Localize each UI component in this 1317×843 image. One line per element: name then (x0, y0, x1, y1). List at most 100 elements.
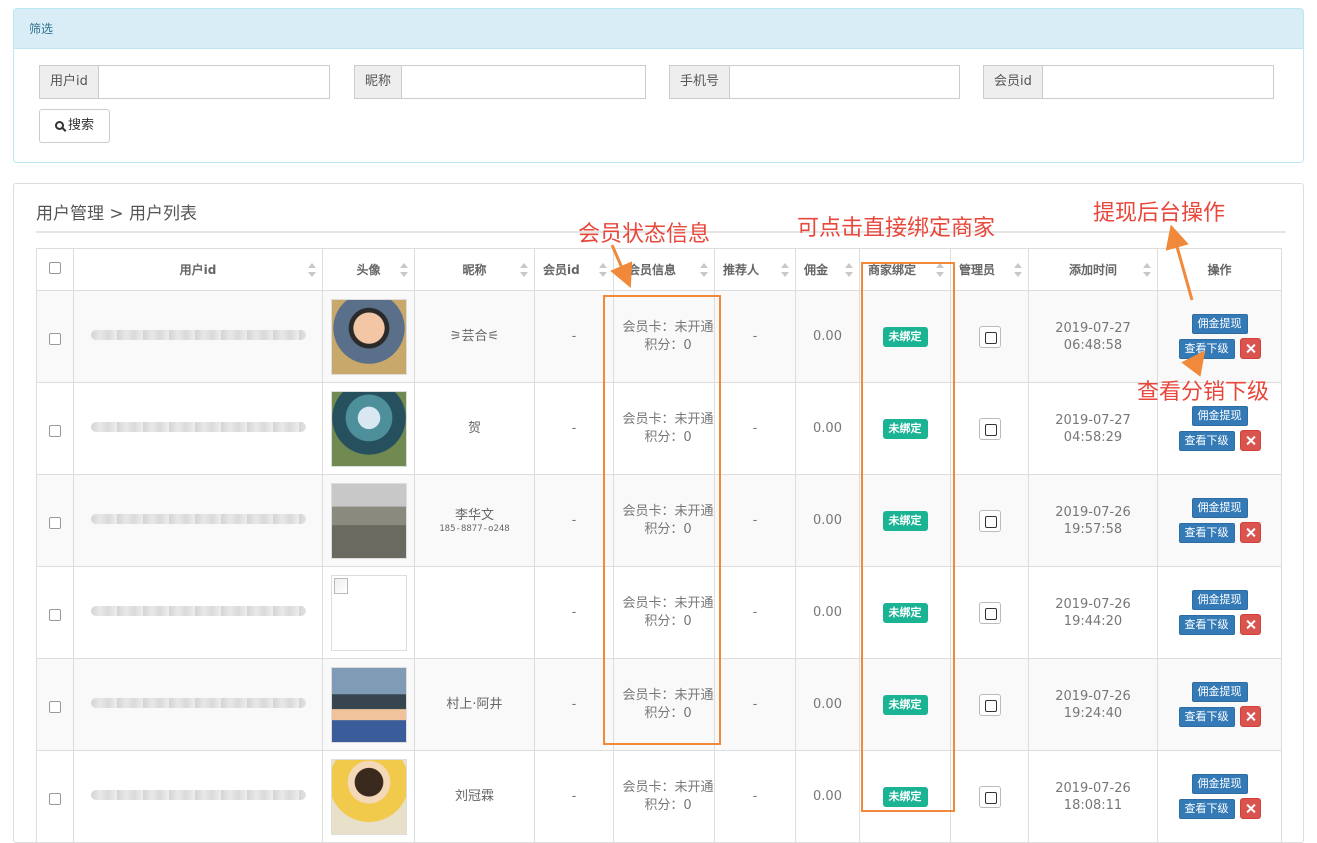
view-sub-button[interactable]: 查看下级 (1178, 799, 1235, 819)
memberid-input[interactable] (1041, 65, 1274, 99)
member-card-text: 会员卡：未开通 (622, 779, 714, 795)
delete-icon[interactable] (1239, 338, 1261, 359)
sort-icon (781, 263, 789, 277)
memberid-cell: - (534, 566, 614, 659)
avatar (330, 390, 407, 467)
commission-cell: 0.00 (795, 750, 860, 843)
row-select-cell (36, 750, 74, 843)
sort-icon (400, 263, 408, 277)
phone-input[interactable] (729, 65, 961, 99)
select-all-checkbox[interactable] (49, 262, 61, 274)
admin-cell (950, 658, 1029, 751)
row-checkbox[interactable] (49, 517, 61, 529)
nickname-text: 贺 (467, 420, 481, 436)
header-admin[interactable]: 管理员 (950, 248, 1029, 291)
added-date: 2019-07-26 (1055, 780, 1131, 796)
header-userid[interactable]: 用户id (73, 248, 323, 291)
commission-cell: 0.00 (795, 658, 860, 751)
header-label: 用户id (179, 263, 217, 277)
phone-label: 手机号 (669, 65, 730, 99)
view-sub-button[interactable]: 查看下级 (1178, 523, 1235, 543)
row-checkbox[interactable] (49, 425, 61, 437)
userid-label: 用户id (39, 65, 98, 99)
added-time-cell: 2019-07-26 19:44:20 (1028, 566, 1158, 659)
header-memberid[interactable]: 会员id (534, 248, 614, 291)
userid-cell (73, 474, 323, 567)
points-text: 积分：0 (644, 797, 692, 813)
added-date: 2019-07-27 (1055, 412, 1131, 428)
row-checkbox[interactable] (49, 701, 61, 713)
search-icon (54, 121, 64, 130)
nickname-text: 刘冠霖 (454, 788, 494, 804)
view-sub-button[interactable]: 查看下级 (1178, 339, 1235, 359)
admin-toggle[interactable] (978, 509, 1001, 532)
delete-icon[interactable] (1239, 614, 1261, 635)
filter-memberid-group: 会员id (983, 65, 1274, 99)
row-checkbox[interactable] (49, 793, 61, 805)
header-avatar[interactable]: 头像 (322, 248, 415, 291)
nickname-cell: 李华文 185-8877-o248 (414, 474, 535, 567)
userid-input[interactable] (97, 65, 330, 99)
sort-icon (845, 263, 853, 277)
header-added-time[interactable]: 添加时间 (1028, 248, 1158, 291)
commission-cell: 0.00 (795, 382, 860, 475)
withdraw-button[interactable]: 佣金提现 (1191, 498, 1248, 518)
delete-icon[interactable] (1239, 522, 1261, 543)
withdraw-button[interactable]: 佣金提现 (1191, 682, 1248, 702)
userid-cell (73, 290, 323, 383)
avatar (330, 574, 407, 651)
view-sub-button[interactable]: 查看下级 (1178, 615, 1235, 635)
blurred-userid (90, 790, 306, 800)
row-checkbox[interactable] (49, 609, 61, 621)
nickname-input[interactable] (401, 65, 647, 99)
withdraw-button[interactable]: 佣金提现 (1191, 406, 1248, 426)
commission-cell: 0.00 (795, 474, 860, 567)
admin-toggle[interactable] (978, 417, 1001, 440)
merchant-bind-highlight (861, 262, 955, 812)
view-sub-button[interactable]: 查看下级 (1178, 431, 1235, 451)
actions-cell: 佣金提现查看下级 (1157, 474, 1282, 567)
added-time-cell: 2019-07-26 18:08:11 (1028, 750, 1158, 843)
commission-cell: 0.00 (795, 290, 860, 383)
added-clock: 19:24:40 (1063, 705, 1123, 721)
row-checkbox[interactable] (49, 333, 61, 345)
header-member-info[interactable]: 会员信息 (613, 248, 715, 291)
search-label: 搜索 (67, 118, 94, 133)
header-label: 会员信息 (628, 263, 677, 277)
header-select-all (36, 248, 74, 291)
annotation-bind-merchant: 可点击直接绑定商家 (797, 216, 996, 241)
memberid-cell: - (534, 290, 614, 383)
nickname-cell: 刘冠霖 (414, 750, 535, 843)
delete-icon[interactable] (1239, 706, 1261, 727)
view-sub-button[interactable]: 查看下级 (1178, 707, 1235, 727)
commission-cell: 0.00 (795, 566, 860, 659)
table-header-row: 用户id 头像 昵称 会员id 会员信息 推荐人 佣金 商家绑定 管理员 添加时… (36, 248, 1282, 291)
header-commission[interactable]: 佣金 (795, 248, 860, 291)
memberid-cell: - (534, 658, 614, 751)
actions-cell: 佣金提现查看下级 (1157, 566, 1282, 659)
admin-toggle[interactable] (978, 785, 1001, 808)
header-label: 添加时间 (1068, 263, 1117, 277)
delete-icon[interactable] (1239, 430, 1261, 451)
admin-toggle[interactable] (978, 693, 1001, 716)
avatar-cell (322, 290, 415, 383)
row-select-cell (36, 290, 74, 383)
userid-cell (73, 750, 323, 843)
header-label: 佣金 (804, 263, 829, 277)
breadcrumb: 用户管理 > 用户列表 (36, 204, 198, 224)
withdraw-button[interactable]: 佣金提现 (1191, 774, 1248, 794)
search-button[interactable]: 搜索 (39, 109, 110, 143)
referrer-cell: - (714, 658, 796, 751)
added-clock: 19:57:58 (1063, 521, 1123, 537)
header-nickname[interactable]: 昵称 (414, 248, 535, 291)
delete-icon[interactable] (1239, 798, 1261, 819)
admin-toggle[interactable] (978, 325, 1001, 348)
added-date: 2019-07-26 (1055, 504, 1131, 520)
withdraw-button[interactable]: 佣金提现 (1191, 590, 1248, 610)
admin-toggle[interactable] (978, 601, 1001, 624)
userid-cell (73, 382, 323, 475)
withdraw-button[interactable]: 佣金提现 (1191, 314, 1248, 334)
annotation-view-sub: 查看分销下级 (1137, 380, 1270, 405)
header-referrer[interactable]: 推荐人 (714, 248, 796, 291)
userid-cell (73, 658, 323, 751)
